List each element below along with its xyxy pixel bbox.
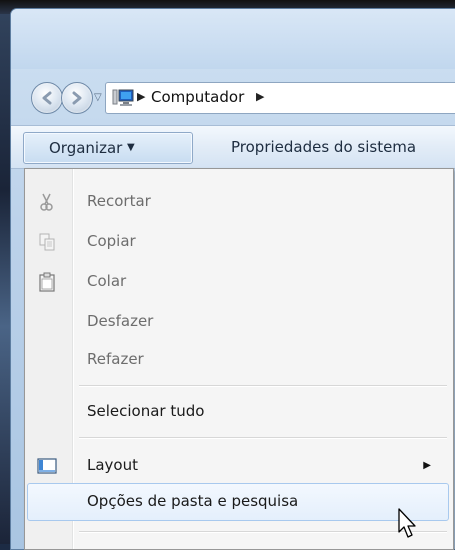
menu-separator	[79, 531, 447, 533]
window-title-area	[11, 9, 455, 69]
menu-item-undo[interactable]: Desfazer	[27, 303, 449, 341]
scissors-icon	[40, 193, 53, 211]
menu-item-folder-search-options[interactable]: Opções de pasta e pesquisa	[27, 483, 449, 521]
system-properties-button[interactable]: Propriedades do sistema	[231, 138, 416, 156]
copy-icon	[39, 233, 55, 251]
address-bar[interactable]: ▶ Computador ▶	[105, 82, 455, 114]
back-button[interactable]	[31, 82, 63, 114]
menu-item-redo[interactable]: Refazer	[27, 341, 449, 379]
chevron-down-icon: ▼	[127, 142, 135, 153]
forward-button[interactable]	[61, 82, 93, 114]
menu-item-label: Recortar	[87, 192, 151, 210]
menu-item-label: Refazer	[87, 350, 144, 368]
organize-button[interactable]: Organizar ▼	[23, 132, 193, 164]
menu-item-layout[interactable]: Layout ▶	[27, 447, 449, 485]
breadcrumb-arrow-icon[interactable]: ▶	[137, 90, 145, 103]
recent-pages-dropdown-icon[interactable]: ▽	[94, 92, 102, 103]
menu-separator	[79, 385, 447, 387]
arrow-left-icon	[42, 91, 52, 105]
menu-separator	[79, 437, 447, 439]
paste-icon	[39, 272, 55, 292]
menu-item-copy[interactable]: Copiar	[27, 223, 449, 261]
computer-icon	[112, 89, 134, 106]
mouse-pointer-icon	[398, 508, 416, 538]
menu-item-paste[interactable]: Colar	[27, 263, 449, 301]
command-bar: Organizar ▼ Propriedades do sistema	[11, 125, 455, 169]
arrow-right-icon	[72, 91, 82, 105]
menu-item-label: Desfazer	[87, 312, 154, 330]
menu-item-select-all[interactable]: Selecionar tudo	[27, 393, 449, 431]
breadcrumb-arrow-icon[interactable]: ▶	[256, 90, 264, 103]
menu-item-label: Opções de pasta e pesquisa	[87, 492, 299, 510]
menu-item-label: Copiar	[87, 232, 136, 250]
menu-item-cut[interactable]: Recortar	[27, 183, 449, 221]
breadcrumb-computer[interactable]: Computador	[151, 88, 244, 106]
menu-item-label: Layout	[87, 456, 138, 474]
menu-item-label: Selecionar tudo	[87, 402, 205, 420]
submenu-arrow-icon: ▶	[423, 460, 431, 471]
organize-menu: Recortar Copiar Colar Desfazer Refazer S…	[24, 168, 454, 550]
layout-icon	[37, 458, 57, 474]
menu-item-label: Colar	[87, 272, 127, 290]
organize-label: Organizar	[49, 139, 123, 157]
navigation-bar: ▽ ▶ Computador ▶	[11, 69, 455, 125]
